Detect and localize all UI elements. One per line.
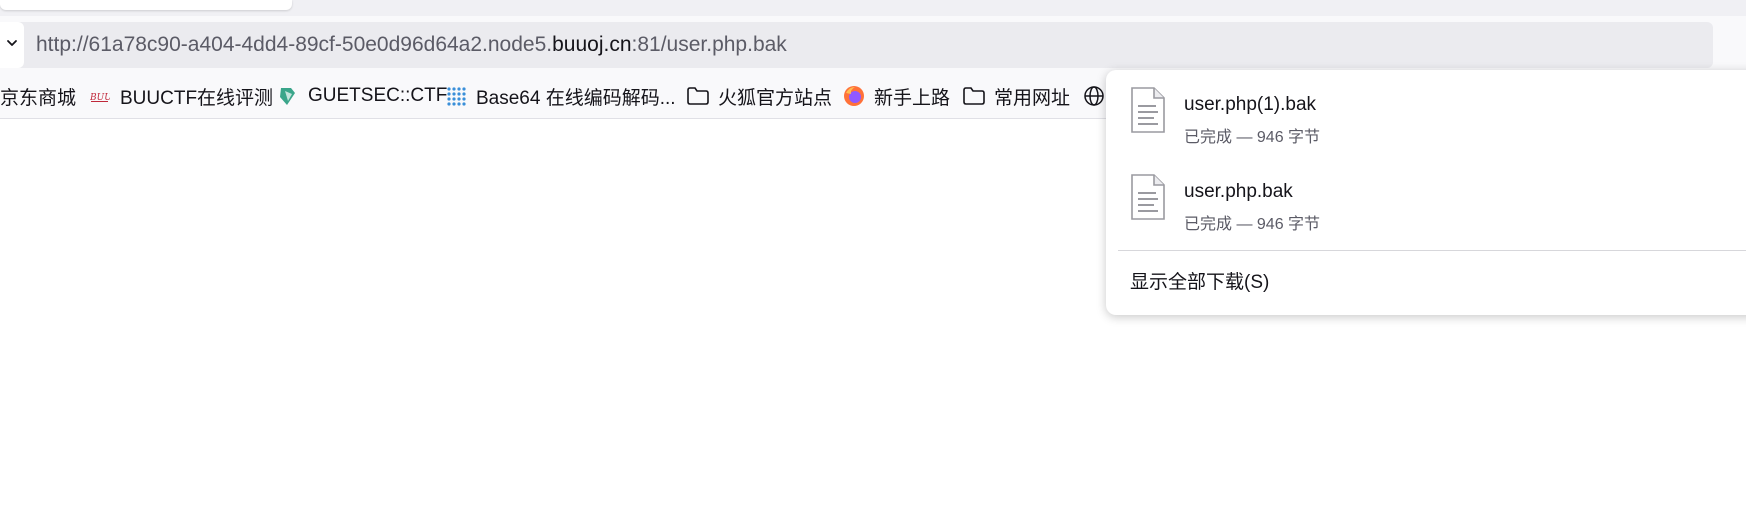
bookmark-guetsec[interactable]: GUETSEC::CTF [276, 74, 447, 118]
bookmark-label: 火狐官方站点 [718, 87, 833, 109]
url-bar[interactable]: http://61a78c90-a404-4dd4-89cf-50e0d96d6… [0, 22, 1713, 68]
url-input[interactable]: http://61a78c90-a404-4dd4-89cf-50e0d96d6… [36, 22, 787, 68]
bookmark-label: 新手上路 [874, 87, 951, 109]
download-status: 已完成 — 946 字节 [1184, 129, 1321, 146]
folder-icon [686, 84, 710, 108]
base64-favicon [444, 84, 468, 108]
downloads-panel: user.php(1).bak 已完成 — 946 字节 user.php.ba… [1106, 70, 1746, 315]
download-item[interactable]: user.php(1).bak 已完成 — 946 字节 [1106, 70, 1746, 150]
bookmark-base64[interactable]: Base64 在线编码解码... [444, 74, 676, 118]
buuctf-favicon: BUU [88, 84, 112, 108]
download-status: 已完成 — 946 字节 [1184, 216, 1321, 233]
bookmark-folder-firefox-official[interactable]: 火狐官方站点 [686, 74, 832, 118]
bookmark-getting-started[interactable]: 新手上路 [842, 74, 950, 118]
bookmark-label: 常用网址 [994, 87, 1071, 109]
download-item[interactable]: user.php.bak 已完成 — 946 字节 [1106, 157, 1746, 237]
url-domain: buuoj.cn [552, 33, 632, 56]
url-suffix: :81/user.php.bak [631, 33, 787, 56]
file-icon [1128, 173, 1168, 221]
show-all-downloads-button[interactable]: 显示全部下载(S) [1130, 267, 1269, 294]
bookmark-buuctf[interactable]: BUU BUUCTF在线评测 [88, 74, 273, 118]
guetsec-favicon [276, 84, 300, 108]
bookmark-label: Base64 在线编码解码... [476, 87, 676, 109]
bookmark-label: GUETSEC::CTF [308, 85, 448, 106]
folder-icon [962, 84, 986, 108]
bookmark-label: 京东商城 [0, 87, 77, 109]
chevron-down-icon [5, 36, 19, 55]
active-tab-edge[interactable] [0, 0, 292, 10]
firefox-icon [842, 84, 866, 108]
url-dropmarker-button[interactable] [0, 22, 24, 68]
tab-strip [0, 0, 1746, 16]
download-filename: user.php.bak [1184, 181, 1293, 202]
bookmark-folder-common-sites[interactable]: 常用网址 [962, 74, 1070, 118]
globe-icon [1082, 84, 1106, 108]
bookmark-jd[interactable]: 京东商城 [0, 74, 76, 118]
url-prefix: http://61a78c90-a404-4dd4-89cf-50e0d96d6… [36, 33, 553, 56]
navbar-right-edge [1720, 22, 1746, 68]
panel-divider [1118, 250, 1746, 251]
file-icon [1128, 86, 1168, 134]
download-filename: user.php(1).bak [1184, 94, 1317, 115]
bookmark-label: BUUCTF在线评测 [120, 87, 274, 109]
